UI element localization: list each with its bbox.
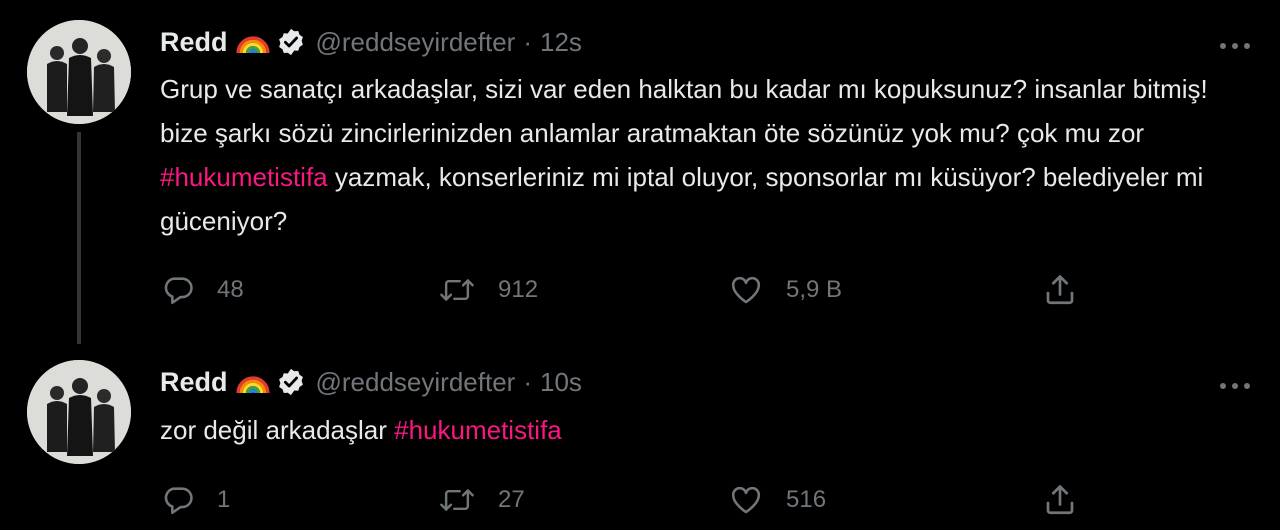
separator-dot: · [523,366,532,397]
author-name[interactable]: Redd [160,367,228,398]
rainbow-icon [235,25,270,59]
share-button[interactable] [1042,270,1078,310]
more-options-icon[interactable] [1218,378,1252,389]
like-count: 5,9 B [786,276,843,303]
retweet-arrows-icon [440,489,474,511]
like-button[interactable]: 5,9 B [728,270,842,310]
heart-icon [731,276,761,304]
reply-button[interactable]: 48 [161,270,244,310]
speech-bubble-icon [164,277,193,305]
timestamp[interactable]: 10s [540,367,582,398]
hashtag-link[interactable]: #hukumetistifa [160,162,328,192]
avatar[interactable] [27,20,131,124]
timestamp[interactable]: 12s [540,27,582,58]
reply-count: 1 [217,486,231,513]
author-handle[interactable]: @reddseyirdefter [316,27,516,58]
retweet-button[interactable]: 912 [438,270,538,310]
tweet-text-part: Grup ve sanatçı arkadaşlar, sizi var ede… [160,74,1208,148]
verified-badge-icon [276,367,306,397]
reply-button[interactable]: 1 [161,480,230,520]
tweet[interactable]: Redd @reddseyirdefter · 10s zor değil ar… [0,350,1280,530]
hashtag-link[interactable]: #hukumetistifa [394,415,562,445]
retweet-button[interactable]: 27 [438,480,525,520]
avatar[interactable] [27,360,131,464]
upload-share-icon [1046,275,1074,305]
tweet-actions: 48 912 5,9 B [0,270,1280,310]
tweet-text-part: zor değil arkadaşlar [160,415,395,445]
more-options-icon[interactable] [1218,38,1252,49]
retweet-count: 27 [498,486,525,513]
reply-count: 48 [217,276,244,303]
speech-bubble-icon [164,487,193,515]
like-button[interactable]: 516 [728,480,826,520]
share-button[interactable] [1042,480,1078,520]
tweet-text: Grup ve sanatçı arkadaşlar, sizi var ede… [160,67,1240,243]
tweet-header: Redd @reddseyirdefter · 12s [160,22,582,62]
retweet-count: 912 [498,276,539,303]
author-handle[interactable]: @reddseyirdefter [316,367,516,398]
tweet-header: Redd @reddseyirdefter · 10s [160,362,582,402]
upload-share-icon [1046,485,1074,515]
retweet-arrows-icon [440,279,474,301]
verified-badge-icon [276,27,306,57]
like-count: 516 [786,486,827,513]
heart-icon [731,486,761,514]
tweet-text: zor değil arkadaşlar #hukumetistifa [160,408,1240,452]
tweet-actions: 1 27 516 [0,480,1280,520]
tweet[interactable]: Redd @reddseyirdefter · 12s Grup ve sana… [0,0,1280,344]
author-name[interactable]: Redd [160,27,228,58]
separator-dot: · [523,26,532,57]
thread-connector-line [77,132,81,344]
rainbow-icon [235,365,270,399]
